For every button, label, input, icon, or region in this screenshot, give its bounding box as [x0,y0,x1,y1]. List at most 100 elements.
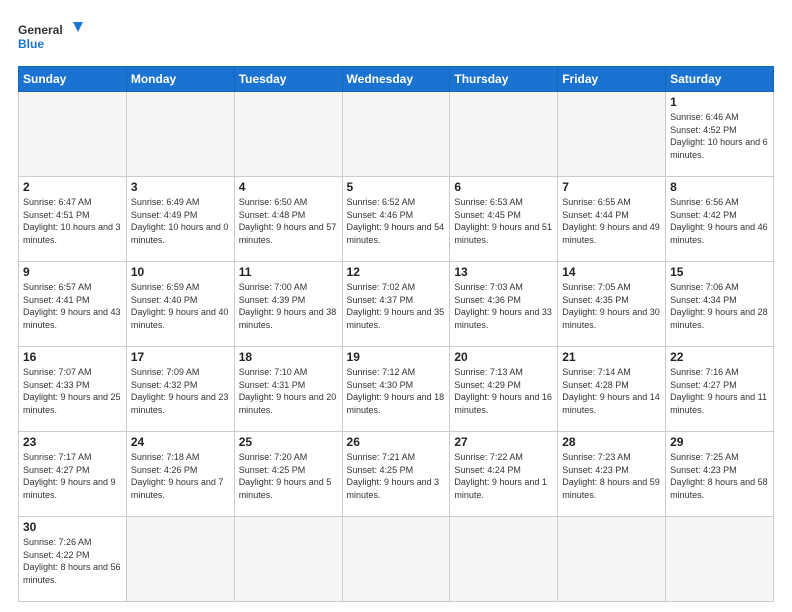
day-info: Sunrise: 7:16 AM Sunset: 4:27 PM Dayligh… [670,366,769,416]
day-info: Sunrise: 7:18 AM Sunset: 4:26 PM Dayligh… [131,451,230,501]
calendar-cell: 11Sunrise: 7:00 AM Sunset: 4:39 PM Dayli… [234,262,342,347]
calendar-cell: 25 Sunrise: 7:20 AM Sunset: 4:25 PM Dayli… [234,432,342,517]
day-number: 18 [239,350,338,364]
day-number: 15 [670,265,769,279]
calendar-cell: 8 Sunrise: 6:56 AM Sunset: 4:42 PM Daylig… [666,177,774,262]
calendar-cell: 22 Sunrise: 7:16 AM Sunset: 4:27 PM Dayli… [666,347,774,432]
day-info: Sunrise: 7:14 AM Sunset: 4:28 PM Dayligh… [562,366,661,416]
day-info: Sunrise: 6:55 AM Sunset: 4:44 PM Dayligh… [562,196,661,246]
day-info: Sunrise: 6:52 AM Sunset: 4:46 PM Dayligh… [347,196,446,246]
day-info: Sunrise: 7:26 AM Sunset: 4:22 PM Dayligh… [23,536,122,586]
calendar-cell [450,92,558,177]
calendar-cell: 20 Sunrise: 7:13 AM Sunset: 4:29 PM Dayli… [450,347,558,432]
calendar-cell: 13Sunrise: 7:03 AM Sunset: 4:36 PM Dayli… [450,262,558,347]
day-number: 14 [562,265,661,279]
day-number: 7 [562,180,661,194]
day-info: Sunrise: 7:06 AM Sunset: 4:34 PM Dayligh… [670,281,769,331]
calendar-cell [666,517,774,602]
day-number: 25 [239,435,338,449]
day-info: Sunrise: 7:10 AM Sunset: 4:31 PM Dayligh… [239,366,338,416]
col-header-friday: Friday [558,67,666,92]
calendar-cell [126,517,234,602]
day-number: 27 [454,435,553,449]
day-number: 26 [347,435,446,449]
day-number: 4 [239,180,338,194]
day-number: 16 [23,350,122,364]
day-info: Sunrise: 6:56 AM Sunset: 4:42 PM Dayligh… [670,196,769,246]
calendar-cell [450,517,558,602]
day-info: Sunrise: 7:21 AM Sunset: 4:25 PM Dayligh… [347,451,446,501]
day-number: 21 [562,350,661,364]
calendar-cell [126,92,234,177]
day-number: 28 [562,435,661,449]
calendar-cell [342,92,450,177]
col-header-thursday: Thursday [450,67,558,92]
day-info: Sunrise: 7:02 AM Sunset: 4:37 PM Dayligh… [347,281,446,331]
calendar-table: SundayMondayTuesdayWednesdayThursdayFrid… [18,66,774,602]
calendar-cell: 3 Sunrise: 6:49 AM Sunset: 4:49 PM Daylig… [126,177,234,262]
day-number: 19 [347,350,446,364]
calendar-cell: 18 Sunrise: 7:10 AM Sunset: 4:31 PM Dayli… [234,347,342,432]
day-info: Sunrise: 7:03 AM Sunset: 4:36 PM Dayligh… [454,281,553,331]
calendar-cell [234,517,342,602]
calendar-cell: 21 Sunrise: 7:14 AM Sunset: 4:28 PM Dayli… [558,347,666,432]
calendar-cell [558,517,666,602]
day-info: Sunrise: 6:47 AM Sunset: 4:51 PM Dayligh… [23,196,122,246]
day-info: Sunrise: 7:25 AM Sunset: 4:23 PM Dayligh… [670,451,769,501]
logo: General Blue [18,18,88,58]
day-number: 29 [670,435,769,449]
day-number: 22 [670,350,769,364]
day-info: Sunrise: 7:20 AM Sunset: 4:25 PM Dayligh… [239,451,338,501]
calendar-cell: 28 Sunrise: 7:23 AM Sunset: 4:23 PM Dayli… [558,432,666,517]
day-number: 8 [670,180,769,194]
calendar-cell: 29 Sunrise: 7:25 AM Sunset: 4:23 PM Dayli… [666,432,774,517]
day-number: 6 [454,180,553,194]
day-info: Sunrise: 6:59 AM Sunset: 4:40 PM Dayligh… [131,281,230,331]
day-info: Sunrise: 6:49 AM Sunset: 4:49 PM Dayligh… [131,196,230,246]
day-info: Sunrise: 7:17 AM Sunset: 4:27 PM Dayligh… [23,451,122,501]
calendar-cell: 16 Sunrise: 7:07 AM Sunset: 4:33 PM Dayli… [19,347,127,432]
day-number: 11 [239,265,338,279]
day-info: Sunrise: 7:07 AM Sunset: 4:33 PM Dayligh… [23,366,122,416]
page-header: General Blue [18,18,774,58]
calendar-header-row: SundayMondayTuesdayWednesdayThursdayFrid… [19,67,774,92]
svg-text:Blue: Blue [18,37,44,51]
day-info: Sunrise: 7:22 AM Sunset: 4:24 PM Dayligh… [454,451,553,501]
col-header-saturday: Saturday [666,67,774,92]
calendar-cell: 9 Sunrise: 6:57 AM Sunset: 4:41 PM Daylig… [19,262,127,347]
day-number: 1 [670,95,769,109]
day-info: Sunrise: 7:23 AM Sunset: 4:23 PM Dayligh… [562,451,661,501]
calendar-cell: 14 Sunrise: 7:05 AM Sunset: 4:35 PM Dayli… [558,262,666,347]
col-header-monday: Monday [126,67,234,92]
calendar-cell: 30Sunrise: 7:26 AM Sunset: 4:22 PM Dayli… [19,517,127,602]
day-number: 3 [131,180,230,194]
day-number: 20 [454,350,553,364]
day-info: Sunrise: 6:50 AM Sunset: 4:48 PM Dayligh… [239,196,338,246]
day-info: Sunrise: 7:13 AM Sunset: 4:29 PM Dayligh… [454,366,553,416]
day-number: 23 [23,435,122,449]
day-info: Sunrise: 6:57 AM Sunset: 4:41 PM Dayligh… [23,281,122,331]
day-number: 10 [131,265,230,279]
calendar-cell [558,92,666,177]
calendar-cell: 1 Sunrise: 6:46 AM Sunset: 4:52 PM Daylig… [666,92,774,177]
calendar-cell [234,92,342,177]
day-info: Sunrise: 6:53 AM Sunset: 4:45 PM Dayligh… [454,196,553,246]
day-number: 9 [23,265,122,279]
day-info: Sunrise: 7:12 AM Sunset: 4:30 PM Dayligh… [347,366,446,416]
day-number: 2 [23,180,122,194]
calendar-cell: 7 Sunrise: 6:55 AM Sunset: 4:44 PM Daylig… [558,177,666,262]
calendar-cell: 4 Sunrise: 6:50 AM Sunset: 4:48 PM Daylig… [234,177,342,262]
day-number: 12 [347,265,446,279]
day-number: 17 [131,350,230,364]
calendar-cell: 12 Sunrise: 7:02 AM Sunset: 4:37 PM Dayli… [342,262,450,347]
calendar-cell: 19 Sunrise: 7:12 AM Sunset: 4:30 PM Dayli… [342,347,450,432]
day-info: Sunrise: 6:46 AM Sunset: 4:52 PM Dayligh… [670,111,769,161]
day-info: Sunrise: 7:05 AM Sunset: 4:35 PM Dayligh… [562,281,661,331]
calendar-cell: 2 Sunrise: 6:47 AM Sunset: 4:51 PM Daylig… [19,177,127,262]
calendar-cell: 6 Sunrise: 6:53 AM Sunset: 4:45 PM Daylig… [450,177,558,262]
calendar-cell: 15 Sunrise: 7:06 AM Sunset: 4:34 PM Dayli… [666,262,774,347]
calendar-cell: 23 Sunrise: 7:17 AM Sunset: 4:27 PM Dayli… [19,432,127,517]
calendar-cell: 24Sunrise: 7:18 AM Sunset: 4:26 PM Dayli… [126,432,234,517]
calendar-cell: 27 Sunrise: 7:22 AM Sunset: 4:24 PM Dayli… [450,432,558,517]
calendar-cell [19,92,127,177]
